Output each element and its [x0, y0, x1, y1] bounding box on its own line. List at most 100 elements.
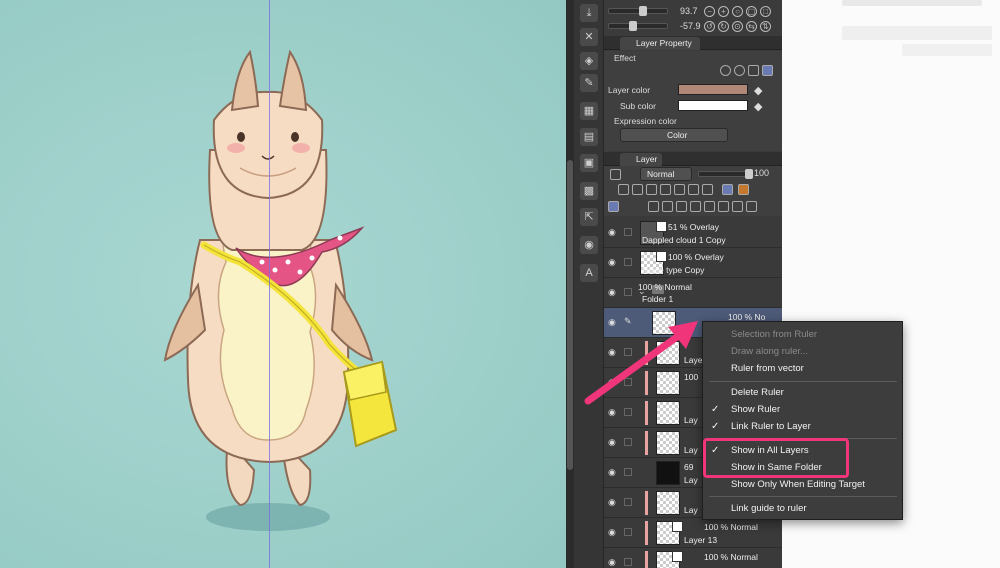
- layer-color-effect-icon[interactable]: [762, 65, 773, 76]
- frame-icon[interactable]: ▣: [580, 154, 598, 172]
- text-icon[interactable]: A: [580, 264, 598, 282]
- layer-stack-icon[interactable]: ◈: [580, 52, 598, 70]
- zoom-reset-icon[interactable]: ○: [732, 6, 743, 17]
- eye-icon[interactable]: ◉: [608, 468, 619, 477]
- blurred-content: [842, 0, 982, 6]
- ruler-add-icon[interactable]: [732, 201, 743, 212]
- lock-icon[interactable]: [646, 184, 657, 195]
- flip-h-icon[interactable]: ⇆: [746, 21, 757, 32]
- rotate-value: -57.9: [680, 21, 701, 31]
- image-icon[interactable]: ▩: [580, 182, 598, 200]
- menu-item-delete-ruler[interactable]: Delete Ruler: [703, 384, 902, 401]
- tab-layer-property[interactable]: Layer Property: [620, 37, 700, 50]
- draft-icon[interactable]: [674, 184, 685, 195]
- lock-transparency-icon[interactable]: [618, 184, 629, 195]
- menu-item-show-ruler[interactable]: ✓ Show Ruler: [703, 401, 902, 418]
- layer-toolbar: Normal 100: [604, 166, 782, 216]
- flip-v-icon[interactable]: ⇅: [760, 21, 771, 32]
- layer-color-swatch[interactable]: [678, 84, 748, 95]
- ruler-context-menu: Selection from Ruler Draw along ruler...…: [702, 321, 903, 520]
- layer-row-folder[interactable]: ◉ ⌄ 100 % Normal Folder 1: [604, 278, 782, 308]
- sub-color-label: Sub color: [620, 101, 656, 111]
- zoom-slider[interactable]: [608, 6, 668, 16]
- table-icon[interactable]: ▤: [580, 128, 598, 146]
- menu-item-link-ruler-to-layer[interactable]: ✓ Link Ruler to Layer: [703, 418, 902, 435]
- canvas-scroll-thumb[interactable]: [567, 160, 573, 470]
- transfer-down-icon[interactable]: [690, 201, 701, 212]
- menu-item-link-guide-to-ruler[interactable]: Link guide to ruler: [703, 500, 902, 517]
- ruler-icon[interactable]: [722, 184, 733, 195]
- zoom-out-icon[interactable]: −: [704, 6, 715, 17]
- zoom-in-icon[interactable]: +: [718, 6, 729, 17]
- panel-tool-strip: ⤓ ✕ ◈ ✎ ▦ ▤ ▣ ▩ ⇱ ◉ A: [574, 0, 604, 568]
- mask-add-icon[interactable]: [718, 201, 729, 212]
- rotate-slider[interactable]: [608, 21, 668, 31]
- eye-icon[interactable]: ◉: [608, 258, 619, 267]
- rotate-right-icon[interactable]: ↻: [718, 21, 729, 32]
- layer-row[interactable]: ◉ 100 % Normal Layer 13: [604, 518, 782, 548]
- rotate-left-icon[interactable]: ↺: [704, 21, 715, 32]
- expression-color-dropdown[interactable]: Color: [620, 128, 728, 142]
- eye-icon[interactable]: ◉: [608, 228, 619, 237]
- layer-row[interactable]: ◉ 51 % Overlay Dappled cloud 1 Copy: [604, 218, 782, 248]
- delete-layer-icon[interactable]: [746, 201, 757, 212]
- blurred-content: [902, 44, 992, 56]
- combine-icon[interactable]: [704, 201, 715, 212]
- tone-effect-icon[interactable]: [748, 65, 759, 76]
- blend-mode-dropdown[interactable]: Normal: [640, 167, 692, 181]
- expression-color-label: Expression color: [614, 116, 677, 126]
- export-icon[interactable]: ⤓: [580, 4, 598, 22]
- layer-row[interactable]: ◉ 100 % Normal: [604, 548, 782, 568]
- clear-icon[interactable]: ✕: [580, 28, 598, 46]
- clip-icon[interactable]: [632, 184, 643, 195]
- menu-separator: [709, 381, 897, 382]
- new-raster-icon[interactable]: [648, 201, 659, 212]
- eye-icon[interactable]: ◉: [608, 438, 619, 447]
- material-icon[interactable]: ◉: [580, 236, 598, 254]
- rotate-reset-icon[interactable]: ⊙: [732, 21, 743, 32]
- opacity-slider[interactable]: [698, 169, 753, 179]
- check-icon: ✓: [711, 421, 720, 432]
- grid-icon[interactable]: ▦: [580, 102, 598, 120]
- menu-item-ruler-from-vector[interactable]: Ruler from vector: [703, 360, 902, 377]
- eye-icon[interactable]: ◉: [608, 558, 619, 567]
- watercolor-effect-icon[interactable]: [734, 65, 745, 76]
- new-folder-icon[interactable]: [676, 201, 687, 212]
- ruler-guide-line[interactable]: [269, 0, 270, 568]
- brush-icon[interactable]: ✎: [580, 74, 598, 92]
- menu-separator: [709, 496, 897, 497]
- tab-layer[interactable]: Layer: [620, 153, 662, 166]
- menu-item-draw-along-ruler[interactable]: Draw along ruler...: [703, 343, 902, 360]
- overlay-icon: [656, 221, 667, 232]
- mask-icon[interactable]: [702, 184, 713, 195]
- drawing-canvas[interactable]: [0, 0, 566, 568]
- blurred-content: [842, 26, 992, 40]
- layer-search-icon[interactable]: [610, 169, 621, 180]
- eye-icon[interactable]: ◉: [608, 288, 619, 297]
- annotation-highlight-box: [703, 438, 849, 478]
- transform-icon[interactable]: ⇱: [580, 208, 598, 226]
- zoom-value: 93.7: [680, 6, 698, 16]
- layer-tabbar: Layer: [604, 152, 782, 166]
- effect-label: Effect: [614, 53, 636, 63]
- border-effect-icon[interactable]: [720, 65, 731, 76]
- opacity-value: 100: [754, 168, 770, 178]
- alpaca-illustration: [163, 49, 398, 531]
- layer-property-panel: Effect Layer color ◆ Sub color ◆ Express…: [604, 51, 782, 151]
- palette-icon[interactable]: [688, 184, 699, 195]
- menu-item-selection-from-ruler[interactable]: Selection from Ruler: [703, 326, 902, 343]
- eye-icon[interactable]: ◉: [608, 528, 619, 537]
- eye-icon[interactable]: ◉: [608, 498, 619, 507]
- reference-icon[interactable]: [660, 184, 671, 195]
- layer-row[interactable]: ◉ 100 % Overlay Noise type Copy: [604, 248, 782, 278]
- menu-item-show-only-when-editing-target[interactable]: Show Only When Editing Target: [703, 476, 902, 493]
- layer-list-icon[interactable]: [608, 201, 619, 212]
- sub-fill-bucket-icon[interactable]: ◆: [754, 100, 762, 113]
- sub-color-swatch[interactable]: [678, 100, 748, 111]
- fit-icon[interactable]: ▢: [746, 6, 757, 17]
- fill-bucket-icon[interactable]: ◆: [754, 84, 762, 97]
- new-vector-icon[interactable]: [662, 201, 673, 212]
- actual-size-icon[interactable]: □: [760, 6, 771, 17]
- canvas-vertical-scrollbar[interactable]: [566, 0, 574, 568]
- color-icon[interactable]: [738, 184, 749, 195]
